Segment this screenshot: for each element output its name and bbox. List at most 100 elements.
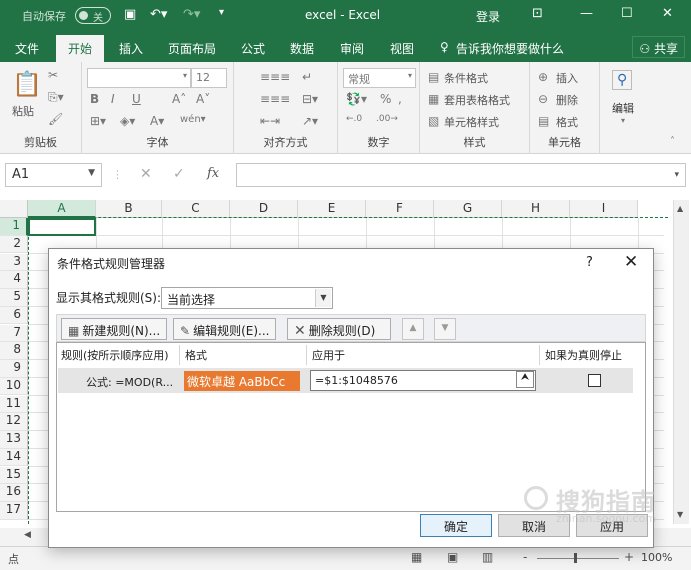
column-header[interactable]: C: [162, 200, 230, 218]
row-header[interactable]: 17: [0, 502, 28, 520]
dialog-close-button[interactable]: ✕: [624, 252, 638, 272]
row-header[interactable]: 6: [0, 306, 28, 325]
italic-button[interactable]: I: [111, 92, 115, 106]
row-header[interactable]: 3: [0, 253, 28, 272]
customize-quick-access-icon[interactable]: ▾: [219, 7, 224, 18]
formula-input[interactable]: ▾: [236, 163, 686, 187]
row-header[interactable]: 15: [0, 466, 28, 485]
scroll-left-icon[interactable]: ◀: [24, 530, 31, 540]
format-cells-button[interactable]: 格式: [556, 114, 578, 130]
number-format-combo[interactable]: 常规 ▾: [343, 68, 416, 88]
row-header[interactable]: 7: [0, 324, 28, 343]
fill-color-icon[interactable]: ◈▾: [120, 114, 135, 128]
delete-rule-button[interactable]: ✕ 删除规则(D): [287, 318, 391, 340]
collapse-ribbon-icon[interactable]: ˄: [670, 136, 675, 147]
borders-icon[interactable]: ⊞▾: [90, 114, 106, 128]
phonetic-icon[interactable]: wén▾: [180, 114, 206, 125]
new-rule-button[interactable]: ▦ 新建规则(N)...: [61, 318, 168, 340]
row-header[interactable]: 2: [0, 235, 28, 254]
row-header[interactable]: 1: [0, 218, 28, 236]
paste-label[interactable]: 粘贴: [12, 103, 34, 119]
tab-review[interactable]: 审阅: [340, 40, 364, 57]
cancel-formula-button[interactable]: ✕: [140, 166, 152, 182]
column-header[interactable]: H: [502, 200, 570, 218]
increase-decimal-icon[interactable]: ←.0: [346, 114, 362, 124]
close-window-icon[interactable]: ✕: [662, 6, 673, 21]
maximize-icon[interactable]: ☐: [621, 6, 633, 21]
accounting-format-icon[interactable]: 💱▾: [346, 92, 367, 106]
row-header[interactable]: 8: [0, 342, 28, 360]
editing-button[interactable]: 编辑: [612, 100, 634, 116]
zoom-slider-knob[interactable]: [574, 553, 577, 563]
cut-icon[interactable]: ✂: [48, 68, 58, 82]
expand-formula-bar-icon[interactable]: ▾: [674, 170, 679, 180]
tell-me-search[interactable]: 告诉我你想要做什么: [456, 40, 564, 57]
percent-button[interactable]: %: [380, 92, 391, 106]
row-header[interactable]: 11: [0, 395, 28, 414]
ribbon-display-options-icon[interactable]: ⊡: [532, 6, 543, 21]
redo-icon[interactable]: ↷▾: [183, 7, 200, 22]
row-header[interactable]: 9: [0, 360, 28, 378]
autosave-toggle[interactable]: 关: [75, 7, 111, 24]
row-header[interactable]: 12: [0, 413, 28, 431]
indent-icon[interactable]: ⇤⇥: [260, 114, 280, 128]
rule-row[interactable]: 公式: =MOD(R... 微软卓越 AaBbCc =$1:$1048576 ⮝: [58, 368, 633, 393]
grow-font-icon[interactable]: A˄: [172, 92, 186, 106]
column-header[interactable]: E: [298, 200, 366, 218]
insert-cells-button[interactable]: 插入: [556, 70, 578, 86]
paste-icon[interactable]: 📋: [12, 70, 42, 98]
format-painter-icon[interactable]: 🖌: [48, 112, 63, 126]
tab-insert[interactable]: 插入: [119, 40, 143, 57]
shrink-font-icon[interactable]: A˅: [196, 92, 210, 106]
stop-if-true-checkbox[interactable]: [588, 374, 601, 387]
tab-home[interactable]: 开始: [56, 35, 105, 62]
scroll-up-icon[interactable]: ▲: [677, 204, 683, 213]
ok-button[interactable]: 确定: [420, 514, 492, 537]
row-header[interactable]: 4: [0, 271, 28, 289]
tab-file[interactable]: 文件: [15, 40, 39, 57]
row-header[interactable]: 16: [0, 484, 28, 502]
move-down-button[interactable]: ▼: [434, 318, 456, 340]
login-link[interactable]: 登录: [476, 8, 500, 25]
show-rules-select[interactable]: 当前选择 ▼: [161, 287, 333, 309]
column-header[interactable]: A: [28, 200, 96, 218]
name-box[interactable]: A1 ▼: [5, 163, 102, 187]
insert-function-button[interactable]: fx: [207, 166, 219, 181]
applies-to-input[interactable]: =$1:$1048576: [310, 370, 536, 391]
page-layout-view-icon[interactable]: ▣: [447, 550, 458, 564]
font-name-combo[interactable]: ▾: [87, 68, 191, 88]
vertical-scrollbar[interactable]: ▲ ▼: [673, 200, 689, 524]
font-color-icon[interactable]: A▾: [150, 114, 164, 128]
column-header[interactable]: F: [366, 200, 434, 218]
top-align-icon[interactable]: ≡≡≡: [260, 70, 290, 84]
row-header[interactable]: 14: [0, 448, 28, 467]
column-header[interactable]: G: [434, 200, 502, 218]
bold-button[interactable]: B: [90, 92, 99, 106]
page-break-view-icon[interactable]: ▥: [482, 550, 493, 564]
help-button[interactable]: ?: [586, 255, 593, 270]
tab-data[interactable]: 数据: [290, 40, 314, 57]
normal-view-icon[interactable]: ▦: [411, 550, 422, 564]
zoom-level[interactable]: 100%: [641, 551, 672, 564]
minimize-icon[interactable]: —: [580, 6, 593, 21]
font-size-combo[interactable]: 12: [191, 68, 227, 88]
tab-formulas[interactable]: 公式: [241, 40, 265, 57]
row-header[interactable]: 5: [0, 289, 28, 307]
select-all-corner[interactable]: [0, 200, 28, 218]
scroll-down-icon[interactable]: ▼: [677, 510, 683, 519]
merge-center-icon[interactable]: ⊟▾: [302, 92, 318, 106]
conditional-format-button[interactable]: 条件格式: [444, 70, 488, 86]
align-text-icon[interactable]: ≡≡≡: [260, 92, 290, 106]
column-header[interactable]: D: [230, 200, 298, 218]
move-up-button[interactable]: ▲: [402, 318, 424, 340]
comma-style-icon[interactable]: ,: [398, 92, 402, 106]
zoom-out-button[interactable]: -: [523, 550, 527, 564]
tab-view[interactable]: 视图: [390, 40, 414, 57]
find-icon[interactable]: ⚲: [612, 70, 633, 90]
decrease-decimal-icon[interactable]: .00→: [376, 114, 398, 124]
collapse-dialog-icon[interactable]: ⮝: [516, 371, 534, 388]
row-header[interactable]: 10: [0, 377, 28, 396]
active-cell[interactable]: [28, 218, 96, 236]
undo-icon[interactable]: ↶▾: [150, 7, 167, 22]
edit-rule-button[interactable]: ✎ 编辑规则(E)...: [173, 318, 277, 340]
